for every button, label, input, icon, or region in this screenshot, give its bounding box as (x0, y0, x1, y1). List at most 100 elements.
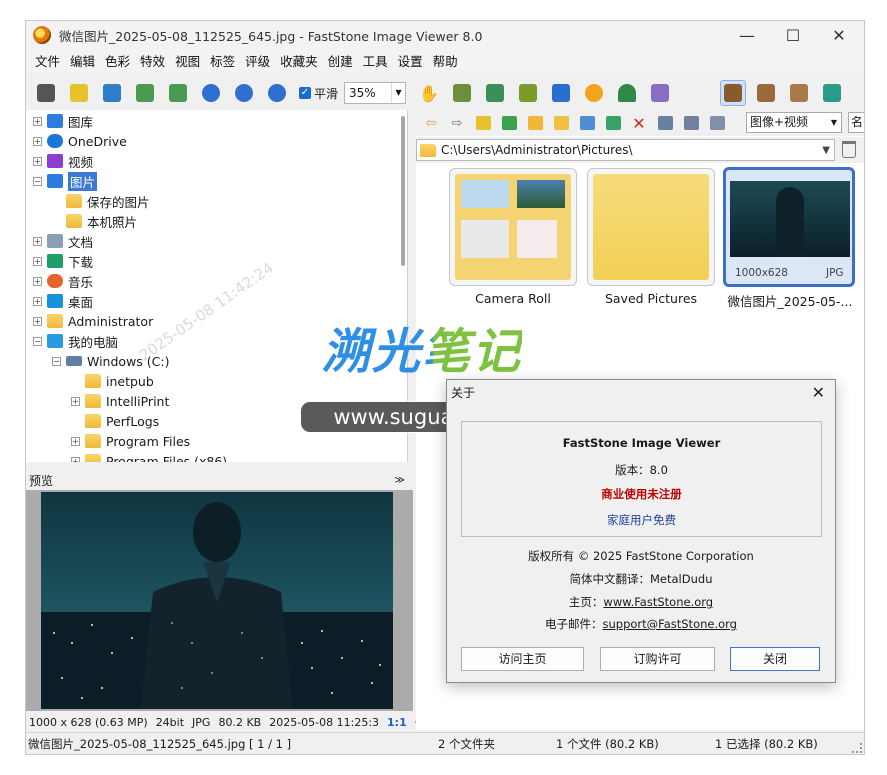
expand-icon[interactable]: + (71, 436, 80, 446)
previous-button[interactable] (132, 80, 158, 106)
menu-color[interactable]: 色彩 (100, 51, 135, 70)
menu-view[interactable]: 视图 (170, 51, 205, 70)
smooth-checkbox[interactable]: ✓ 平滑 (299, 85, 338, 102)
up-folder-button[interactable] (472, 112, 494, 134)
collapse-icon[interactable]: − (52, 356, 61, 366)
expand-icon[interactable]: + (33, 296, 42, 306)
tree-item-label: 保存的图片 (87, 194, 150, 210)
tree-item-inetpub[interactable]: inetpub (85, 371, 154, 391)
favorites-button[interactable] (524, 112, 546, 134)
delete-button[interactable]: ✕ (628, 112, 650, 134)
expand-icon[interactable]: + (71, 456, 80, 462)
resize-grip-icon[interactable] (852, 743, 862, 753)
menu-create[interactable]: 创建 (323, 51, 358, 70)
close-dialog-button[interactable]: 关闭 (730, 647, 820, 671)
thumbnail-selected-image[interactable]: 1000x628 JPG (723, 167, 855, 287)
copy-to-button[interactable] (576, 112, 598, 134)
close-button[interactable]: ✕ (816, 21, 862, 49)
tree-item-documents[interactable]: + 文档 (33, 231, 93, 251)
tree-item-intelliprint[interactable]: + IntelliPrint (71, 391, 169, 411)
thumbnail-camera-roll[interactable] (449, 168, 577, 286)
dialog-close-button[interactable]: ✕ (812, 383, 825, 402)
maximize-button[interactable]: ☐ (770, 21, 816, 49)
layout-preview-button[interactable] (786, 80, 812, 106)
new-folder-button[interactable] (550, 112, 572, 134)
actual-size-ratio[interactable]: 1:1 (387, 716, 407, 729)
file-type-filter[interactable]: 图像+视频 ▼ (746, 112, 842, 133)
menu-help[interactable]: 帮助 (428, 51, 463, 70)
tree-item-music[interactable]: + 音乐 (33, 271, 93, 291)
select-all-button[interactable] (654, 112, 676, 134)
tree-item-administrator[interactable]: + Administrator (33, 311, 153, 331)
tree-item-gallery[interactable]: + 图库 (33, 111, 93, 131)
layout-detail-button[interactable] (753, 80, 779, 106)
expand-icon[interactable]: + (71, 396, 80, 406)
tree-item-this-pc[interactable]: − 我的电脑 (33, 331, 118, 351)
brightness-button[interactable] (581, 80, 607, 106)
path-input[interactable]: C:\Users\Administrator\Pictures\ ▼ (416, 139, 835, 161)
refresh-button[interactable] (498, 112, 520, 134)
batch-button[interactable] (647, 80, 673, 106)
menu-effects[interactable]: 特效 (135, 51, 170, 70)
tree-item-pictures[interactable]: − 图片 (33, 171, 98, 191)
acquire-button[interactable] (33, 80, 59, 106)
tree-scrollbar[interactable] (401, 116, 405, 266)
chevron-double-down-icon[interactable]: ≫ (395, 475, 405, 486)
crop-button[interactable] (515, 80, 541, 106)
tree-item-program-files-x86[interactable]: + Program Files (x86) (71, 451, 227, 462)
hand-tool-button[interactable]: ✋ (416, 80, 442, 106)
save-button[interactable] (99, 80, 125, 106)
select-all-icon (657, 116, 673, 130)
effects-button[interactable] (614, 80, 640, 106)
tree-item-perflogs[interactable]: PerfLogs (85, 411, 159, 431)
expand-icon[interactable]: + (33, 316, 42, 326)
open-button[interactable] (66, 80, 92, 106)
tree-item-onedrive[interactable]: + OneDrive (33, 131, 127, 151)
color-adjust-button[interactable] (548, 80, 574, 106)
menu-file[interactable]: 文件 (30, 51, 65, 70)
email-link[interactable]: support@FastStone.org (603, 617, 738, 631)
layout-thumbnails-button[interactable] (720, 80, 747, 106)
tree-item-camera-roll[interactable]: 本机照片 (66, 211, 137, 231)
zoom-in-button[interactable] (198, 80, 224, 106)
expand-icon[interactable]: + (33, 276, 42, 286)
menu-settings[interactable]: 设置 (393, 51, 428, 70)
zoom-select[interactable]: 35% ▼ (344, 82, 407, 104)
sort-select[interactable]: 名 (848, 112, 864, 133)
menu-favorites[interactable]: 收藏夹 (275, 51, 323, 70)
expand-icon[interactable]: + (33, 156, 42, 166)
collapse-icon[interactable]: − (33, 176, 42, 186)
thumbnail-saved-pictures[interactable] (587, 168, 715, 286)
resize-button[interactable] (482, 80, 508, 106)
thumbnail-size-button[interactable] (680, 112, 702, 134)
expand-icon[interactable]: + (33, 256, 42, 266)
menu-edit[interactable]: 编辑 (65, 51, 100, 70)
expand-icon[interactable]: + (33, 116, 42, 126)
menu-tags[interactable]: 标签 (205, 51, 240, 70)
actual-size-button[interactable] (264, 80, 290, 106)
back-button[interactable]: ⇦ (420, 112, 442, 134)
zoom-out-button[interactable] (231, 80, 257, 106)
next-button[interactable] (165, 80, 191, 106)
tree-item-desktop[interactable]: + 桌面 (33, 291, 93, 311)
filmstrip-button[interactable] (449, 80, 475, 106)
tree-item-videos[interactable]: + 视频 (33, 151, 93, 171)
visit-homepage-button[interactable]: 访问主页 (461, 647, 584, 671)
list-view-button[interactable] (706, 112, 728, 134)
collapse-icon[interactable]: − (33, 336, 42, 346)
fullscreen-button[interactable] (819, 80, 845, 106)
homepage-link[interactable]: www.FastStone.org (603, 595, 713, 609)
minimize-button[interactable]: — (724, 21, 770, 49)
expand-icon[interactable]: + (33, 136, 42, 146)
tree-item-downloads[interactable]: + 下载 (33, 251, 93, 271)
recycle-bin-icon[interactable] (842, 141, 856, 158)
menu-tools[interactable]: 工具 (358, 51, 393, 70)
tree-item-program-files[interactable]: + Program Files (71, 431, 190, 451)
order-license-button[interactable]: 订购许可 (600, 647, 715, 671)
expand-icon[interactable]: + (33, 236, 42, 246)
move-to-button[interactable] (602, 112, 624, 134)
save-icon (103, 84, 121, 102)
menu-rating[interactable]: 评级 (240, 51, 275, 70)
forward-button[interactable]: ⇨ (446, 112, 468, 134)
tree-item-saved-pictures[interactable]: 保存的图片 (66, 191, 150, 211)
